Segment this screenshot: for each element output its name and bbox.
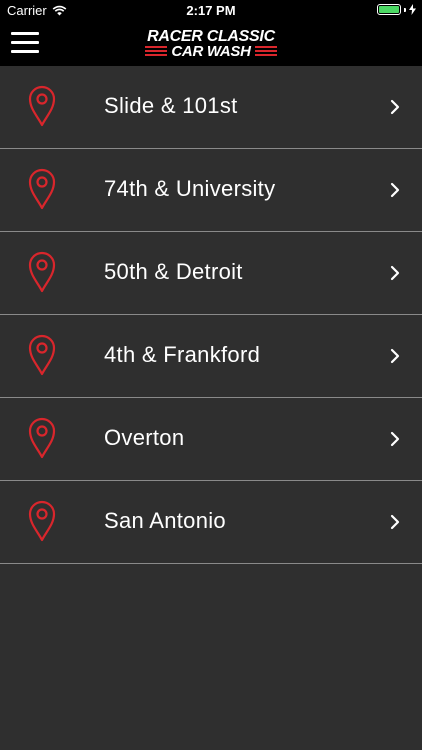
location-name: 4th & Frankford xyxy=(104,342,261,367)
battery-icon xyxy=(377,4,401,15)
map-pin-icon xyxy=(28,168,56,210)
menu-bar-bottom xyxy=(11,50,39,53)
locations-list: Slide & 101st 74th & University 50th & D… xyxy=(0,66,422,564)
battery-fill xyxy=(379,6,399,13)
status-bar: Carrier 2:17 PM xyxy=(0,0,422,22)
location-name: 50th & Detroit xyxy=(104,259,243,284)
map-pin-icon xyxy=(28,417,56,459)
status-time: 2:17 PM xyxy=(186,3,236,18)
chevron-right-icon xyxy=(390,348,400,364)
location-name: Slide & 101st xyxy=(104,93,238,118)
logo-line-2-wrap: CAR WASH xyxy=(145,43,277,60)
map-pin-icon xyxy=(28,500,56,542)
location-name: Overton xyxy=(104,425,185,450)
location-row-5[interactable]: Overton xyxy=(0,398,422,481)
location-row-2[interactable]: 74th & University xyxy=(0,149,422,232)
battery-indicator xyxy=(377,4,416,15)
menu-bar-middle xyxy=(11,41,39,44)
nav-bar: RACER CLASSIC CAR WASH xyxy=(0,22,422,66)
logo-stripes-right xyxy=(254,46,277,58)
hamburger-menu-icon[interactable] xyxy=(10,30,40,56)
location-name: 74th & University xyxy=(104,176,276,201)
charging-bolt-icon xyxy=(409,4,416,15)
logo-line-2: CAR WASH xyxy=(171,43,251,60)
map-pin-icon xyxy=(28,251,56,293)
map-pin-icon xyxy=(28,85,56,127)
menu-bar-top xyxy=(11,32,39,35)
racer-classic-logo: RACER CLASSIC CAR WASH xyxy=(145,26,277,62)
location-row-6[interactable]: San Antonio xyxy=(0,481,422,564)
chevron-right-icon xyxy=(390,514,400,530)
logo-stripes-left xyxy=(145,46,168,58)
chevron-right-icon xyxy=(390,431,400,447)
battery-nub xyxy=(404,7,406,12)
top-bar: Carrier 2:17 PM RACER CLASSIC CAR WASH xyxy=(0,0,422,66)
logo-line-1: RACER CLASSIC xyxy=(147,28,275,45)
chevron-right-icon xyxy=(390,265,400,281)
location-row-3[interactable]: 50th & Detroit xyxy=(0,232,422,315)
map-pin-icon xyxy=(28,334,56,376)
location-name: San Antonio xyxy=(104,508,226,533)
chevron-right-icon xyxy=(390,99,400,115)
chevron-right-icon xyxy=(390,182,400,198)
location-row-4[interactable]: 4th & Frankford xyxy=(0,315,422,398)
location-row-1[interactable]: Slide & 101st xyxy=(0,66,422,149)
